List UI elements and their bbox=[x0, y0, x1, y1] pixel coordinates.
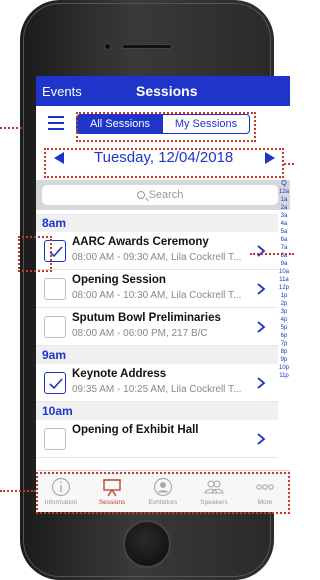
stage: Events Sessions All Sessions My Sessions… bbox=[0, 0, 294, 580]
checkbox[interactable] bbox=[44, 278, 66, 300]
index-label[interactable]: 1p bbox=[278, 292, 290, 300]
session-row[interactable]: Sputum Bowl Preliminaries 08:00 AM - 06:0… bbox=[36, 308, 278, 346]
earpiece-speaker bbox=[122, 44, 172, 49]
tab-bar: Information Sessions Exhibitors Speakers bbox=[36, 470, 290, 512]
previous-day-arrow-icon[interactable] bbox=[54, 152, 64, 164]
session-list: 8am AARC Awards Ceremony 08:00 AM - 09:30 … bbox=[36, 214, 278, 458]
presentation-icon bbox=[100, 477, 124, 497]
index-label[interactable]: 9a bbox=[278, 260, 290, 268]
index-label[interactable]: 2a bbox=[278, 204, 290, 212]
index-label[interactable]: 4a bbox=[278, 220, 290, 228]
index-label[interactable]: 11a bbox=[278, 276, 290, 284]
index-label[interactable]: 8a bbox=[278, 252, 290, 260]
toolbar: All Sessions My Sessions bbox=[36, 106, 290, 140]
tab-speakers-label: Speakers bbox=[200, 499, 228, 506]
session-title: Sputum Bowl Preliminaries bbox=[72, 312, 221, 324]
section-header: 10am bbox=[36, 402, 278, 420]
index-label[interactable]: 11p bbox=[278, 372, 290, 380]
search-placeholder: Search bbox=[148, 189, 184, 201]
tab-more-label: More bbox=[257, 499, 273, 506]
callout-line-menu bbox=[0, 127, 22, 129]
checkbox[interactable] bbox=[44, 428, 66, 450]
tab-sessions-label: Sessions bbox=[98, 499, 126, 506]
session-title: AARC Awards Ceremony bbox=[72, 236, 209, 248]
session-details: 08:00 AM - 06:00 PM, 217 B/C bbox=[72, 328, 208, 339]
tab-exhibitors[interactable]: Exhibitors bbox=[138, 473, 188, 511]
page-title: Sessions bbox=[136, 83, 198, 99]
section-header: 8am bbox=[36, 214, 278, 232]
search-bar: Search bbox=[36, 180, 290, 210]
session-row[interactable]: Opening of Exhibit Hall bbox=[36, 420, 278, 458]
index-label[interactable]: 4p bbox=[278, 316, 290, 324]
date-label: Tuesday, 12/04/2018 bbox=[94, 149, 234, 166]
index-label[interactable]: 12p bbox=[278, 284, 290, 292]
index-label[interactable]: 2p bbox=[278, 300, 290, 308]
checkbox[interactable] bbox=[44, 316, 66, 338]
session-row[interactable]: AARC Awards Ceremony 08:00 AM - 09:30 AM,… bbox=[36, 232, 278, 270]
events-back-button[interactable]: Events bbox=[42, 84, 82, 99]
speakers-icon bbox=[202, 477, 226, 497]
front-camera bbox=[104, 43, 111, 50]
hamburger-menu-icon[interactable] bbox=[48, 116, 64, 130]
index-label[interactable]: 10p bbox=[278, 364, 290, 372]
index-label[interactable]: 6a bbox=[278, 236, 290, 244]
session-row[interactable]: Keynote Address 09:35 AM - 10:25 AM, Lila… bbox=[36, 364, 278, 402]
index-label[interactable]: 12a bbox=[278, 188, 290, 196]
session-title: Opening of Exhibit Hall bbox=[72, 424, 199, 436]
chevron-right-icon[interactable] bbox=[255, 432, 267, 445]
index-label[interactable]: 3a bbox=[278, 212, 290, 220]
chevron-right-icon[interactable] bbox=[255, 376, 267, 389]
index-label[interactable]: 7p bbox=[278, 340, 290, 348]
home-button[interactable] bbox=[123, 520, 171, 568]
segment-my-sessions[interactable]: My Sessions bbox=[163, 115, 249, 133]
more-icon bbox=[253, 477, 277, 497]
search-input[interactable]: Search bbox=[42, 185, 278, 205]
exhibitor-icon bbox=[151, 477, 175, 497]
index-label[interactable]: Q bbox=[278, 180, 290, 188]
chevron-right-icon[interactable] bbox=[255, 282, 267, 295]
tab-information-label: Information bbox=[44, 499, 78, 506]
index-label[interactable]: 1a bbox=[278, 196, 290, 204]
index-label[interactable]: 10a bbox=[278, 268, 290, 276]
index-label[interactable]: 7a bbox=[278, 244, 290, 252]
checked-checkbox[interactable] bbox=[44, 372, 66, 394]
index-label[interactable]: 6p bbox=[278, 332, 290, 340]
session-title: Keynote Address bbox=[72, 368, 167, 380]
checked-checkbox[interactable] bbox=[44, 240, 66, 262]
next-day-arrow-icon[interactable] bbox=[265, 152, 275, 164]
section-header: 9am bbox=[36, 346, 278, 364]
index-label[interactable]: 5p bbox=[278, 324, 290, 332]
index-label[interactable]: 8p bbox=[278, 348, 290, 356]
index-label[interactable]: 5a bbox=[278, 228, 290, 236]
session-details: 09:35 AM - 10:25 AM, Lila Cockrell T... bbox=[72, 384, 242, 395]
tab-exhibitors-label: Exhibitors bbox=[148, 499, 178, 506]
session-row[interactable]: Opening Session 08:00 AM - 10:30 AM, Lila… bbox=[36, 270, 278, 308]
session-title: Opening Session bbox=[72, 274, 166, 286]
tab-sessions[interactable]: Sessions bbox=[87, 473, 137, 511]
info-icon bbox=[49, 477, 73, 497]
session-filter-segmented-control: All Sessions My Sessions bbox=[76, 114, 250, 134]
nav-bar: Events Sessions bbox=[36, 76, 290, 106]
date-selector: Tuesday, 12/04/2018 bbox=[36, 144, 290, 172]
tab-information[interactable]: Information bbox=[36, 473, 86, 511]
search-icon bbox=[136, 191, 145, 199]
index-label[interactable]: 3p bbox=[278, 308, 290, 316]
time-index-bar[interactable]: Q 12a 1a 2a 3a 4a 5a 6a 7a 8a 9a 10a 11a 12p 1p 2p 3p 4p 5… bbox=[278, 180, 290, 380]
tab-more[interactable]: More bbox=[240, 473, 290, 511]
session-details: 08:00 AM - 10:30 AM, Lila Cockrell T... bbox=[72, 290, 242, 301]
chevron-right-icon[interactable] bbox=[255, 320, 267, 333]
segment-all-sessions[interactable]: All Sessions bbox=[77, 115, 163, 133]
app-screen: Events Sessions All Sessions My Sessions… bbox=[36, 76, 290, 512]
session-details: 08:00 AM - 09:30 AM, Lila Cockrell T... bbox=[72, 252, 242, 263]
chevron-right-icon[interactable] bbox=[255, 244, 267, 257]
tab-speakers[interactable]: Speakers bbox=[189, 473, 239, 511]
index-label[interactable]: 9p bbox=[278, 356, 290, 364]
